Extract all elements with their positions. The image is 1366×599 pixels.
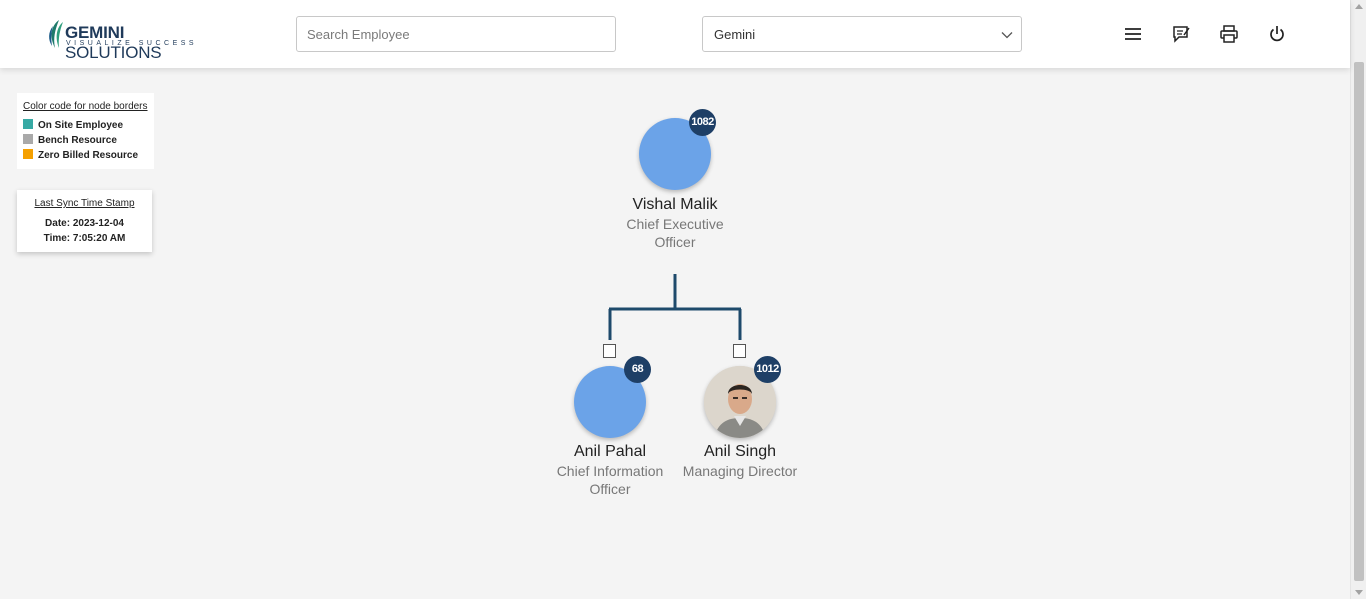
scroll-thumb[interactable]	[1354, 62, 1364, 581]
scroll-up-arrow-icon[interactable]	[1355, 4, 1363, 9]
chevron-down-icon	[1001, 32, 1013, 39]
menu-icon	[1125, 28, 1141, 40]
node-title: Managing Director	[682, 463, 798, 479]
count-badge: 1012	[754, 356, 781, 383]
count-badge: 68	[624, 356, 651, 383]
logo-tagline: VISUALIZE SUCCESS	[66, 40, 198, 47]
count-badge: 1082	[689, 109, 716, 136]
expand-toggle[interactable]	[733, 344, 746, 358]
menu-button[interactable]	[1122, 23, 1144, 45]
print-button[interactable]	[1218, 23, 1240, 45]
feedback-icon	[1173, 26, 1190, 43]
power-icon	[1270, 26, 1284, 42]
vertical-scrollbar[interactable]	[1350, 0, 1366, 599]
node-name[interactable]: Vishal Malik	[595, 196, 755, 214]
gemini-logo[interactable]: GEMINI SOLUTIONS VISUALIZE SUCCESS	[47, 18, 217, 62]
company-select[interactable]: Gemini	[702, 16, 1022, 52]
org-connectors	[608, 274, 742, 340]
logout-button[interactable]	[1266, 23, 1288, 45]
top-header: GEMINI SOLUTIONS VISUALIZE SUCCESS Gemin…	[0, 0, 1350, 68]
search-employee-input[interactable]	[296, 16, 616, 52]
print-icon	[1220, 25, 1238, 43]
scroll-down-arrow-icon[interactable]	[1355, 590, 1363, 595]
node-title: Chief Executive Officer	[626, 216, 724, 250]
node-title: Chief Information Officer	[556, 463, 664, 497]
feedback-button[interactable]	[1170, 23, 1192, 45]
node-name[interactable]: Anil Singh	[660, 443, 820, 461]
company-select-value: Gemini	[714, 27, 756, 42]
leaf-logo-icon	[49, 20, 63, 48]
expand-toggle[interactable]	[603, 344, 616, 358]
